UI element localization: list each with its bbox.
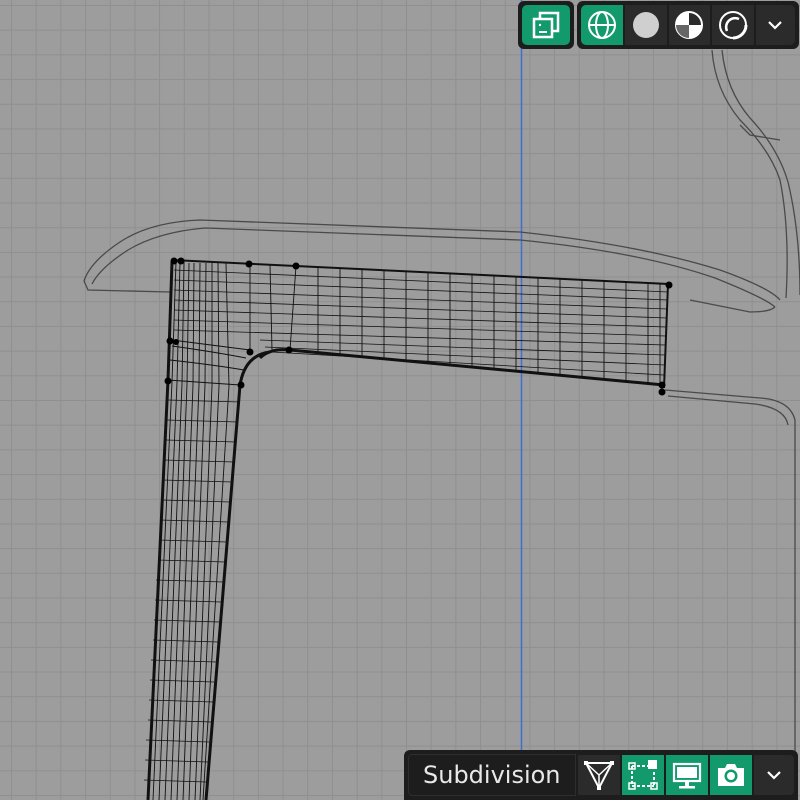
rendered-shading-icon bbox=[718, 11, 748, 40]
modifier-panel-header: Subdivision bbox=[404, 750, 798, 800]
wireframe-shading-button[interactable] bbox=[581, 5, 624, 45]
modifier-name-field[interactable]: Subdivision bbox=[408, 754, 576, 796]
solid-shading-icon bbox=[633, 12, 660, 38]
edit-mode-display-icon bbox=[583, 761, 614, 791]
overlay-toggle-group bbox=[518, 1, 574, 49]
viewport-display-button[interactable] bbox=[665, 755, 708, 795]
mesh-vertices bbox=[164, 257, 673, 396]
shading-options-dropdown[interactable] bbox=[755, 5, 795, 45]
mesh-canvas bbox=[83, 0, 800, 800]
overlay-icon bbox=[532, 11, 560, 39]
edit-mode-display-button[interactable] bbox=[577, 755, 620, 795]
viewport-display-icon bbox=[672, 762, 701, 789]
render-camera-button[interactable] bbox=[709, 755, 752, 795]
mesh-wireframe bbox=[143, 259, 670, 800]
modifier-options-dropdown[interactable] bbox=[753, 755, 794, 795]
wireframe-shading-icon bbox=[588, 11, 617, 39]
on-cage-button[interactable] bbox=[621, 755, 664, 795]
shading-mode-group bbox=[577, 1, 799, 49]
chevron-down-icon bbox=[768, 21, 783, 30]
render-camera-icon bbox=[717, 764, 744, 786]
rendered-shading-button[interactable] bbox=[712, 5, 754, 45]
overlay-toggle-button[interactable] bbox=[522, 5, 570, 45]
solid-shading-button[interactable] bbox=[625, 5, 667, 45]
chevron-down-icon bbox=[766, 771, 781, 780]
on-cage-icon bbox=[627, 760, 658, 790]
3d-viewport[interactable] bbox=[0, 0, 800, 800]
material-preview-shading-button[interactable] bbox=[668, 5, 711, 45]
material-preview-shading-icon bbox=[675, 11, 704, 39]
